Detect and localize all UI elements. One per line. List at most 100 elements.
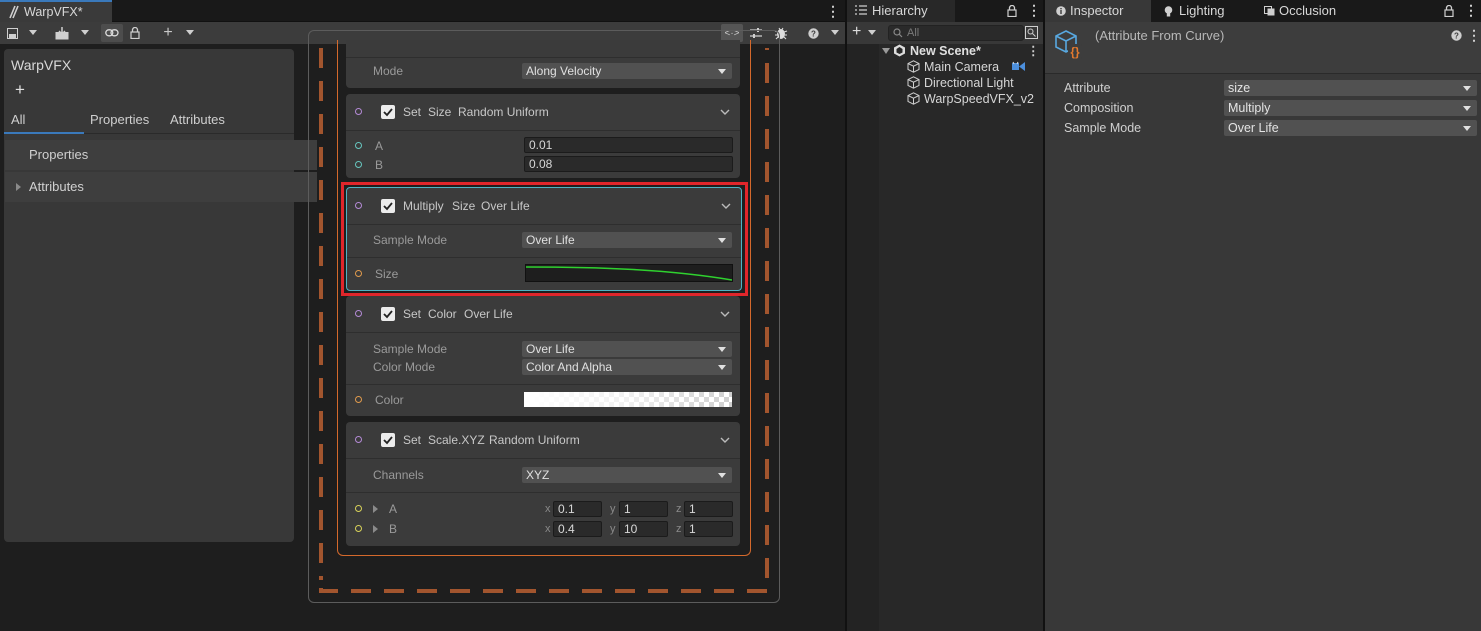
set-color-block[interactable]: Set Color Over Life Sample Mode Over Lif… <box>346 296 740 416</box>
flow-port-icon[interactable] <box>355 310 362 317</box>
blackboard-row-properties[interactable]: Properties <box>5 140 317 170</box>
b-field[interactable]: 0.08 <box>524 156 733 172</box>
divider <box>346 384 740 385</box>
flow-port-icon[interactable] <box>355 202 362 209</box>
input-port-icon[interactable] <box>355 161 362 168</box>
a-field[interactable]: 0.01 <box>524 137 733 153</box>
enable-checkbox[interactable] <box>381 105 395 119</box>
svg-text:{}: {} <box>1070 45 1080 59</box>
tab-all[interactable]: All <box>11 106 25 134</box>
expand-arrow-icon[interactable] <box>373 525 378 533</box>
block-word: Size <box>428 105 452 119</box>
save-dropdown-icon[interactable] <box>26 24 40 42</box>
a-z-field[interactable]: 1 <box>684 501 733 517</box>
a-y-field[interactable]: 1 <box>619 501 668 517</box>
chevron-down-icon[interactable] <box>868 30 876 36</box>
color-mode-dropdown[interactable]: Color And Alpha <box>522 359 732 375</box>
channels-dropdown[interactable]: XYZ <box>522 467 732 483</box>
input-port-icon[interactable] <box>355 142 362 149</box>
create-add-icon[interactable]: + <box>852 23 861 41</box>
lock-icon[interactable] <box>1444 5 1454 17</box>
import-icon[interactable] <box>52 24 72 42</box>
size-curve-field[interactable] <box>525 264 733 282</box>
sample-mode-dropdown[interactable]: Over Life <box>522 341 732 357</box>
input-port-icon[interactable] <box>355 525 362 532</box>
vfx-debug-badge-icon[interactable] <box>1011 60 1027 73</box>
chevron-down-icon <box>1463 126 1471 131</box>
tab-label: Hierarchy <box>872 3 928 18</box>
enable-checkbox[interactable] <box>381 307 395 321</box>
set-size-block[interactable]: Set Size Random Uniform A 0.01 B 0.08 <box>346 94 740 178</box>
enable-checkbox[interactable] <box>381 433 395 447</box>
multiply-size-block[interactable]: Multiply Size Over Life Sample Mode Over… <box>346 187 742 291</box>
scene-menu-icon[interactable]: ⋮ <box>1027 43 1040 59</box>
composition-dropdown[interactable]: Multiply <box>1224 100 1477 116</box>
blackboard-add-button[interactable]: + <box>15 80 25 100</box>
input-port-icon[interactable] <box>355 396 362 403</box>
save-icon[interactable] <box>4 24 20 42</box>
add-dropdown-icon[interactable] <box>183 24 197 42</box>
expand-arrow-icon[interactable] <box>373 505 378 513</box>
orient-block[interactable]: Mode Along Velocity <box>346 40 740 88</box>
tab-occlusion[interactable]: Occlusion <box>1255 0 1365 22</box>
add-icon[interactable]: + <box>160 24 176 42</box>
menu-icon[interactable]: ⋮ <box>1464 2 1478 19</box>
svg-text:?: ? <box>1454 32 1459 41</box>
tab-properties[interactable]: Properties <box>90 106 149 134</box>
color-mode-label: Color Mode <box>373 360 436 374</box>
lock-icon[interactable] <box>128 24 142 42</box>
hierarchy-item[interactable]: Directional Light <box>847 75 1043 91</box>
b-y-field[interactable]: 10 <box>619 521 668 537</box>
tab-inspector[interactable]: Inspector <box>1045 0 1151 22</box>
flow-port-icon[interactable] <box>355 436 362 443</box>
mode-dropdown[interactable]: Along Velocity <box>522 63 732 79</box>
block-header: Multiply Size Over Life <box>347 188 741 225</box>
chevron-down-icon[interactable] <box>721 201 731 211</box>
help-icon[interactable]: ? <box>806 24 820 42</box>
color-label: Color <box>375 393 404 407</box>
tab-attributes[interactable]: Attributes <box>170 106 225 134</box>
chevron-down-icon[interactable] <box>720 435 730 445</box>
input-port-icon[interactable] <box>355 505 362 512</box>
hierarchy-item[interactable]: Main Camera <box>847 59 1043 75</box>
hierarchy-item[interactable]: WarpSpeedVFX_v2 <box>847 91 1043 107</box>
options-dropdown-icon[interactable] <box>828 24 842 42</box>
attribute-value: size <box>1228 81 1251 95</box>
sample-mode-dropdown[interactable]: Over Life <box>522 232 732 248</box>
chevron-down-icon[interactable] <box>720 309 730 319</box>
set-scale-block[interactable]: Set Scale.XYZ Random Uniform Channels XY… <box>346 422 740 546</box>
a-x-field[interactable]: 0.1 <box>553 501 602 517</box>
chevron-down-icon[interactable] <box>720 107 730 117</box>
tab-menu-icon[interactable]: ⋮ <box>826 3 840 20</box>
hierarchy-search-input[interactable]: All <box>888 25 1024 41</box>
import-dropdown-icon[interactable] <box>78 24 92 42</box>
b-z-field[interactable]: 1 <box>684 521 733 537</box>
block-header: Set Scale.XYZ Random Uniform <box>346 422 740 459</box>
info-icon <box>1056 6 1066 16</box>
tab-hierarchy[interactable]: Hierarchy <box>847 0 955 22</box>
tab-warpvfx[interactable]: WarpVFX* <box>0 0 112 22</box>
lock-icon[interactable] <box>1007 5 1017 17</box>
chevron-down-icon <box>718 69 726 74</box>
help-icon[interactable]: ? <box>1451 30 1462 41</box>
scene-visibility-icon[interactable] <box>1025 26 1038 39</box>
divider <box>347 257 741 258</box>
input-port-icon[interactable] <box>355 270 362 277</box>
expand-arrow-icon[interactable] <box>882 48 890 55</box>
scene-row[interactable]: New Scene* ⋮ <box>847 43 1043 59</box>
attribute-dropdown[interactable]: size <box>1224 80 1477 96</box>
sample-mode-dropdown[interactable]: Over Life <box>1224 120 1477 136</box>
block-header: Set Color Over Life <box>346 296 740 333</box>
blackboard-row-attributes[interactable]: Attributes <box>5 172 317 202</box>
flow-port-icon[interactable] <box>355 108 362 115</box>
active-tab-indicator <box>4 132 84 134</box>
b-x-field[interactable]: 0.4 <box>553 521 602 537</box>
expand-arrow-icon[interactable] <box>16 183 21 191</box>
link-icon[interactable] <box>101 24 123 42</box>
menu-icon[interactable]: ⋮ <box>1027 2 1041 19</box>
color-gradient-field[interactable] <box>524 392 732 407</box>
inspector-tab-bar: Inspector Lighting Occlusion ⋮ <box>1045 0 1481 22</box>
enable-checkbox[interactable] <box>381 199 395 213</box>
component-menu-icon[interactable]: ⋮ <box>1467 27 1481 44</box>
tab-lighting[interactable]: Lighting <box>1153 0 1253 22</box>
